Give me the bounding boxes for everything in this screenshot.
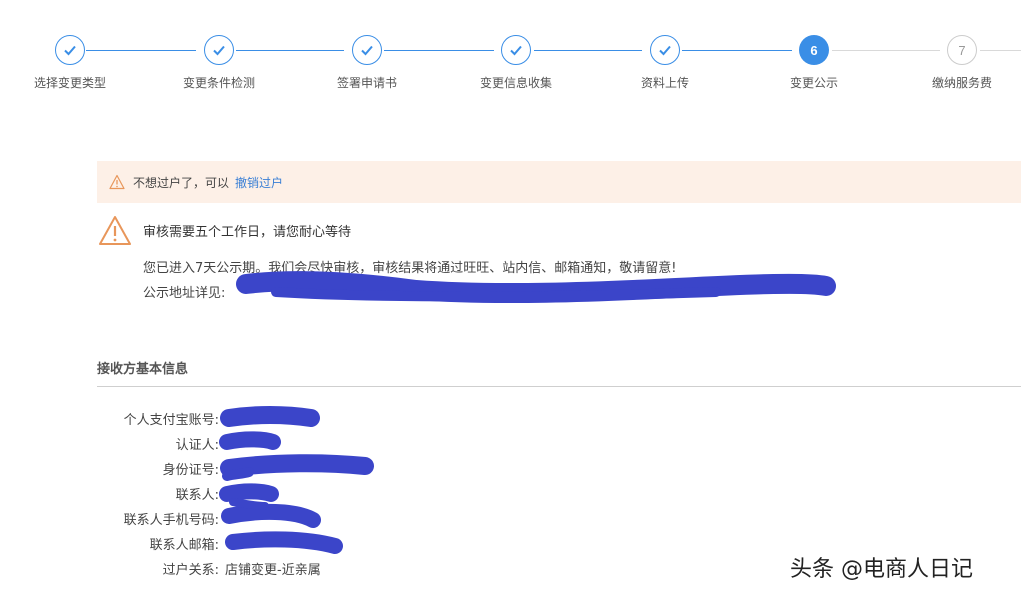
field-label: 过户关系: bbox=[162, 562, 219, 578]
field-label: 认证人: bbox=[175, 437, 219, 453]
field-label: 联系人邮箱: bbox=[149, 537, 219, 553]
field-label: 联系人: bbox=[175, 487, 219, 503]
step-connector bbox=[384, 50, 494, 51]
warning-triangle-icon bbox=[109, 174, 125, 190]
step-5-check-icon bbox=[650, 35, 680, 65]
step-3-check-icon bbox=[352, 35, 382, 65]
step-3-label: 签署申请书 bbox=[336, 76, 397, 90]
field-label: 个人支付宝账号: bbox=[123, 412, 219, 428]
receiver-info-title: 接收方基本信息 bbox=[97, 362, 189, 377]
step-2-check-icon bbox=[204, 35, 234, 65]
step-connector bbox=[682, 50, 792, 51]
step-connector bbox=[236, 50, 344, 51]
review-notice-title: 审核需要五个工作日，请您耐心等待 bbox=[143, 225, 352, 240]
field-label: 联系人手机号码: bbox=[123, 512, 219, 528]
step-1-check-icon bbox=[55, 35, 85, 65]
step-7-label: 缴纳服务费 bbox=[931, 76, 992, 90]
step-6-number: 6 bbox=[799, 35, 829, 65]
cancel-transfer-link[interactable]: 撤销过户 bbox=[235, 174, 283, 191]
step-5-label: 资料上传 bbox=[640, 76, 689, 90]
step-4-check-icon bbox=[501, 35, 531, 65]
field-label: 身份证号: bbox=[162, 462, 219, 478]
banner-text: 不想过户了，可以 bbox=[133, 175, 230, 190]
step-connector bbox=[980, 50, 1021, 51]
redaction-mark bbox=[236, 271, 836, 304]
step-4-label: 变更信息收集 bbox=[479, 76, 552, 90]
warning-triangle-icon bbox=[99, 216, 131, 245]
step-1-label: 选择变更类型 bbox=[33, 76, 106, 90]
step-2-label: 变更条件检测 bbox=[182, 76, 255, 90]
step-connector bbox=[86, 50, 196, 51]
redaction-mark bbox=[219, 406, 374, 554]
watermark: 头条 @电商人日记 bbox=[790, 557, 973, 582]
cancel-transfer-banner: 不想过户了，可以 撤销过户 bbox=[97, 161, 1021, 203]
section-divider bbox=[97, 386, 1021, 387]
step-7-number: 7 bbox=[947, 35, 977, 65]
step-6-label: 变更公示 bbox=[789, 76, 838, 90]
step-connector bbox=[534, 50, 642, 51]
step-connector bbox=[832, 50, 940, 51]
progress-stepper: 6 7 选择变更类型 变更条件检测 签署申请书 变更信息收集 资料上传 变更公示… bbox=[0, 0, 1021, 110]
page: 6 7 选择变更类型 变更条件检测 签署申请书 变更信息收集 资料上传 变更公示… bbox=[0, 0, 1021, 598]
publicity-address-label: 公示地址详见: bbox=[143, 286, 226, 301]
